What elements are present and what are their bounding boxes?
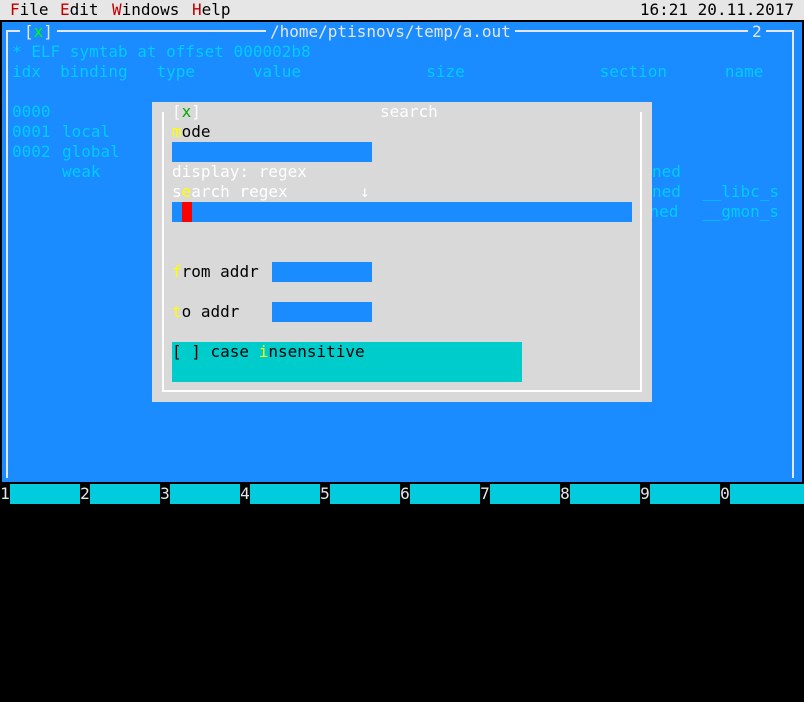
search-regex-input[interactable]	[172, 202, 632, 222]
fkey-number: 4	[240, 484, 250, 504]
fkey-label	[730, 484, 804, 504]
fkey-number: 3	[160, 484, 170, 504]
fkey-label	[650, 484, 720, 504]
close-icon: x	[33, 22, 44, 41]
search-regex-label-text: arch regex	[191, 182, 288, 201]
cell-binding: global	[62, 142, 120, 161]
to-addr-input[interactable]	[272, 302, 372, 322]
column-headers: idx binding type value size section name	[12, 62, 764, 81]
menu-file-label: ile	[19, 0, 49, 19]
fkey-label	[490, 484, 560, 504]
fkey-6[interactable]: 6	[400, 484, 480, 504]
fkey-number: 7	[480, 484, 490, 504]
fkey-number: 1	[0, 484, 10, 504]
fkey-label	[170, 484, 240, 504]
fkey-2[interactable]: 2	[80, 484, 160, 504]
dialog-titlebar: [x] search	[162, 102, 642, 122]
mode-label-hotkey: m	[172, 122, 182, 141]
to-addr-text: o addr	[181, 302, 240, 321]
from-addr-input[interactable]	[272, 262, 372, 282]
cell-name: __libc_s	[702, 182, 780, 201]
fkey-1[interactable]: 1	[0, 484, 80, 504]
menu-windows-label: indows	[121, 0, 180, 19]
function-key-bar: 1 2 3 4 5 6 7 8 9 0	[0, 482, 804, 504]
dialog-title: search	[372, 102, 446, 122]
fkey-5[interactable]: 5	[320, 484, 400, 504]
menu-file[interactable]: File	[10, 0, 49, 20]
search-dialog: [x] search mode display: regex ↓ search …	[152, 102, 652, 402]
menu-windows-hotkey: W	[112, 0, 122, 19]
from-addr-hotkey: f	[172, 262, 182, 281]
from-addr-text: rom addr	[181, 262, 259, 281]
cell-binding: weak	[62, 162, 101, 181]
clock: 16:21 20.11.2017	[639, 0, 794, 19]
fkey-label	[90, 484, 160, 504]
mode-select-value: display: regex	[172, 162, 307, 181]
cell-section: ned	[652, 182, 681, 201]
window-close-button[interactable]: [x]	[20, 22, 57, 42]
symtab-header-line: * ELF symtab at offset 000002b8	[12, 42, 311, 61]
fkey-7[interactable]: 7	[480, 484, 560, 504]
from-addr-label: from addr	[172, 262, 259, 282]
case-insensitive-label: [ ] case insensitive	[172, 342, 365, 362]
menu-edit[interactable]: Edit	[60, 0, 99, 20]
text-cursor	[182, 202, 192, 222]
fkey-4[interactable]: 4	[240, 484, 320, 504]
cell-idx: 0002	[12, 142, 51, 161]
case-insensitive-checkbox[interactable]: [ ] case insensitive	[172, 342, 522, 382]
fkey-label	[330, 484, 400, 504]
close-icon: x	[181, 102, 192, 121]
dialog-close-button[interactable]: [x]	[172, 102, 201, 122]
case-insensitive-hotkey: i	[258, 342, 269, 361]
cell-name: __gmon_s	[702, 202, 780, 221]
window-title: /home/ptisnovs/temp/a.out	[266, 22, 515, 42]
fkey-label	[250, 484, 320, 504]
fkey-number: 8	[560, 484, 570, 504]
table-row[interactable]: 0000 local no type 0000000000000000 0000…	[12, 82, 792, 221]
chevron-down-icon: ↓	[360, 182, 370, 201]
fkey-label	[570, 484, 640, 504]
mode-label-text: ode	[181, 122, 211, 141]
fkey-number: 0	[720, 484, 730, 504]
fkey-10[interactable]: 0	[720, 484, 804, 504]
fkey-number: 2	[80, 484, 90, 504]
search-regex-label-a: s	[172, 182, 182, 201]
case-insensitive-prefix: [ ] case	[172, 342, 259, 361]
window-number: 2	[748, 22, 766, 42]
fkey-label	[10, 484, 80, 504]
search-regex-label: search regex	[172, 182, 288, 202]
fkey-3[interactable]: 3	[160, 484, 240, 504]
menu-edit-hotkey: E	[60, 0, 70, 19]
mode-select[interactable]: display: regex ↓	[172, 142, 372, 201]
fkey-9[interactable]: 9	[640, 484, 720, 504]
menu-help-hotkey: H	[192, 0, 202, 19]
fkey-8[interactable]: 8	[560, 484, 640, 504]
menu-file-hotkey: F	[10, 0, 20, 19]
fkey-number: 9	[640, 484, 650, 504]
to-addr-hotkey: t	[172, 302, 182, 321]
mode-label: mode	[172, 122, 211, 142]
menu-edit-label: dit	[69, 0, 99, 19]
menu-windows[interactable]: Windows	[112, 0, 179, 20]
to-addr-label: to addr	[172, 302, 239, 322]
menu-help[interactable]: Help	[192, 0, 231, 20]
menubar: File Edit Windows Help 16:21 20.11.2017	[0, 0, 804, 20]
menu-help-label: elp	[201, 0, 231, 19]
cell-section: ned	[652, 162, 681, 181]
fkey-label	[410, 484, 480, 504]
case-insensitive-text: nsensitive	[268, 342, 365, 361]
search-regex-label-hotkey: e	[181, 182, 192, 201]
fkey-number: 6	[400, 484, 410, 504]
fkey-number: 5	[320, 484, 330, 504]
